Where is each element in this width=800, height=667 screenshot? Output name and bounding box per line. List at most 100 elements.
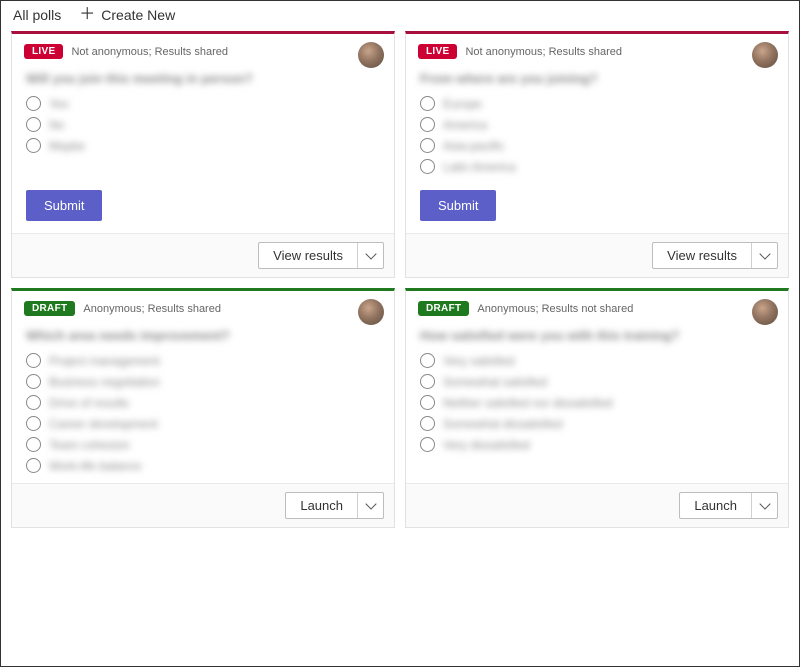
poll-option[interactable]: Drive of results: [26, 395, 380, 410]
poll-card-header: LIVE Not anonymous; Results shared: [12, 34, 394, 63]
radio-icon: [26, 138, 41, 153]
poll-option[interactable]: Latin America: [420, 159, 774, 174]
poll-option[interactable]: No: [26, 117, 380, 132]
poll-option[interactable]: Europe: [420, 96, 774, 111]
poll-meta: Not anonymous; Results shared: [465, 46, 622, 58]
status-badge: DRAFT: [24, 301, 75, 316]
poll-meta: Anonymous; Results not shared: [477, 303, 633, 315]
avatar[interactable]: [752, 42, 778, 68]
option-label: Very dissatisfied: [443, 438, 530, 452]
poll-option[interactable]: Yes: [26, 96, 380, 111]
poll-option[interactable]: Somewhat satisfied: [420, 374, 774, 389]
poll-meta: Not anonymous; Results shared: [71, 46, 228, 58]
option-label: Somewhat dissatisfied: [443, 417, 562, 431]
poll-question: Will you join this meeting in person?: [26, 71, 380, 86]
poll-footer: Launch: [12, 483, 394, 527]
poll-option[interactable]: Maybe: [26, 138, 380, 153]
page-title: All polls: [13, 7, 61, 23]
launch-split-button: Launch: [679, 492, 778, 519]
poll-option[interactable]: Project management: [26, 353, 380, 368]
radio-icon: [26, 374, 41, 389]
poll-body: Will you join this meeting in person? Ye…: [12, 63, 394, 184]
chevron-down-icon: [759, 248, 770, 259]
view-results-button[interactable]: View results: [653, 243, 751, 268]
option-label: Yes: [49, 97, 69, 111]
dropdown-toggle[interactable]: [751, 493, 777, 518]
option-label: Work-life balance: [49, 459, 141, 473]
option-label: Business negotiation: [49, 375, 160, 389]
poll-option[interactable]: Neither satisfied nor dissatisfied: [420, 395, 774, 410]
option-label: Maybe: [49, 139, 85, 153]
poll-option[interactable]: Very dissatisfied: [420, 437, 774, 452]
poll-body: From where are you joining? Europe Ameri…: [406, 63, 788, 184]
page-header: All polls ＋ Create New: [1, 1, 799, 27]
poll-option[interactable]: America: [420, 117, 774, 132]
avatar[interactable]: [358, 42, 384, 68]
launch-button[interactable]: Launch: [680, 493, 751, 518]
submit-button[interactable]: Submit: [420, 190, 496, 221]
poll-option[interactable]: Team cohesion: [26, 437, 380, 452]
option-label: Career development: [49, 417, 158, 431]
radio-icon: [420, 437, 435, 452]
option-label: No: [49, 118, 64, 132]
poll-options: Europe America Asia-pacific Latin Americ…: [420, 96, 774, 174]
view-results-split-button: View results: [652, 242, 778, 269]
radio-icon: [26, 96, 41, 111]
poll-option[interactable]: Business negotiation: [26, 374, 380, 389]
radio-icon: [420, 353, 435, 368]
poll-body: How satisfied were you with this trainin…: [406, 320, 788, 483]
radio-icon: [26, 458, 41, 473]
submit-row: Submit: [12, 184, 394, 233]
radio-icon: [420, 395, 435, 410]
radio-icon: [420, 416, 435, 431]
avatar[interactable]: [358, 299, 384, 325]
poll-meta: Anonymous; Results shared: [83, 303, 221, 315]
poll-card: LIVE Not anonymous; Results shared Will …: [11, 31, 395, 278]
radio-icon: [420, 374, 435, 389]
poll-card: DRAFT Anonymous; Results shared Which ar…: [11, 288, 395, 528]
status-badge: LIVE: [24, 44, 63, 59]
poll-option[interactable]: Career development: [26, 416, 380, 431]
option-label: Team cohesion: [49, 438, 130, 452]
poll-options: Project management Business negotiation …: [26, 353, 380, 473]
radio-icon: [420, 159, 435, 174]
poll-card-header: DRAFT Anonymous; Results not shared: [406, 291, 788, 320]
create-new-button[interactable]: ＋ Create New: [79, 7, 175, 23]
poll-question: How satisfied were you with this trainin…: [420, 328, 774, 343]
poll-question: Which area needs improvement?: [26, 328, 380, 343]
option-label: Somewhat satisfied: [443, 375, 547, 389]
option-label: Europe: [443, 97, 482, 111]
plus-icon: ＋: [79, 7, 95, 23]
view-results-button[interactable]: View results: [259, 243, 357, 268]
launch-split-button: Launch: [285, 492, 384, 519]
poll-option[interactable]: Asia-pacific: [420, 138, 774, 153]
option-label: Drive of results: [49, 396, 129, 410]
radio-icon: [26, 395, 41, 410]
radio-icon: [420, 117, 435, 132]
create-new-label: Create New: [101, 7, 175, 23]
launch-button[interactable]: Launch: [286, 493, 357, 518]
polls-grid: LIVE Not anonymous; Results shared Will …: [1, 27, 799, 538]
dropdown-toggle[interactable]: [751, 243, 777, 268]
radio-icon: [26, 353, 41, 368]
poll-footer: View results: [12, 233, 394, 277]
radio-icon: [420, 96, 435, 111]
chevron-down-icon: [365, 498, 376, 509]
option-label: America: [443, 118, 487, 132]
poll-option[interactable]: Somewhat dissatisfied: [420, 416, 774, 431]
poll-card: DRAFT Anonymous; Results not shared How …: [405, 288, 789, 528]
poll-option[interactable]: Very satisfied: [420, 353, 774, 368]
poll-options: Very satisfied Somewhat satisfied Neithe…: [420, 353, 774, 452]
status-badge: DRAFT: [418, 301, 469, 316]
option-label: Neither satisfied nor dissatisfied: [443, 396, 612, 410]
dropdown-toggle[interactable]: [357, 243, 383, 268]
view-results-split-button: View results: [258, 242, 384, 269]
avatar[interactable]: [752, 299, 778, 325]
poll-option[interactable]: Work-life balance: [26, 458, 380, 473]
option-label: Asia-pacific: [443, 139, 504, 153]
poll-footer: Launch: [406, 483, 788, 527]
poll-body: Which area needs improvement? Project ma…: [12, 320, 394, 483]
dropdown-toggle[interactable]: [357, 493, 383, 518]
submit-row: Submit: [406, 184, 788, 233]
submit-button[interactable]: Submit: [26, 190, 102, 221]
